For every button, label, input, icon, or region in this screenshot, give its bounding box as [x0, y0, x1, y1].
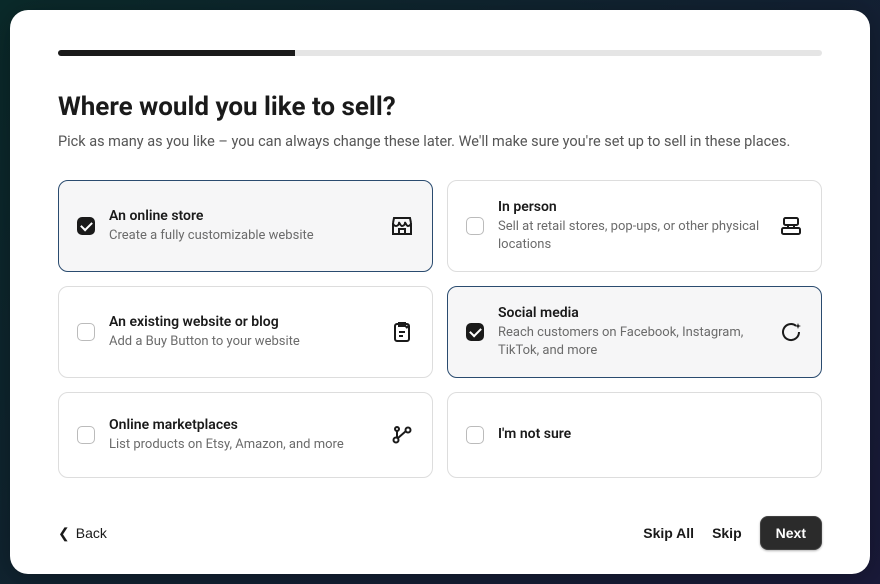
option-title: Online marketplaces	[109, 417, 376, 433]
option-title: An online store	[109, 208, 376, 224]
chevron-left-icon: ❮	[58, 526, 70, 540]
option-social-media[interactable]: Social media Reach customers on Facebook…	[447, 286, 822, 378]
option-not-sure[interactable]: I'm not sure	[447, 392, 822, 478]
checkbox-in-person[interactable]	[466, 217, 484, 235]
progress-bar	[58, 50, 822, 56]
option-online-store[interactable]: An online store Create a fully customiza…	[58, 180, 433, 272]
checkbox-not-sure[interactable]	[466, 426, 484, 444]
option-desc: List products on Etsy, Amazon, and more	[109, 436, 376, 454]
next-button[interactable]: Next	[760, 516, 822, 550]
option-existing-site[interactable]: An existing website or blog Add a Buy Bu…	[58, 286, 433, 378]
page-title: Where would you like to sell?	[58, 92, 822, 122]
option-title: An existing website or blog	[109, 314, 376, 330]
storefront-icon	[390, 214, 414, 238]
checkbox-existing-site[interactable]	[77, 323, 95, 341]
clipboard-icon	[390, 320, 414, 344]
back-button[interactable]: ❮ Back	[58, 525, 107, 541]
option-title: I'm not sure	[498, 426, 803, 442]
skip-all-button[interactable]: Skip All	[643, 525, 694, 541]
checkbox-online-store[interactable]	[77, 217, 95, 235]
option-desc: Add a Buy Button to your website	[109, 333, 376, 351]
checkbox-social-media[interactable]	[466, 323, 484, 341]
onboarding-modal: Where would you like to sell? Pick as ma…	[10, 10, 870, 574]
option-text: Social media Reach customers on Facebook…	[498, 305, 765, 359]
option-marketplaces[interactable]: Online marketplaces List products on Ets…	[58, 392, 433, 478]
page-subtitle: Pick as many as you like – you can alway…	[58, 132, 822, 152]
option-text: I'm not sure	[498, 426, 803, 445]
back-label: Back	[76, 525, 107, 541]
progress-fill	[58, 50, 295, 56]
footer: ❮ Back Skip All Skip Next	[58, 516, 822, 550]
footer-right: Skip All Skip Next	[643, 516, 822, 550]
option-text: In person Sell at retail stores, pop-ups…	[498, 199, 765, 253]
option-text: Online marketplaces List products on Ets…	[109, 417, 376, 454]
option-text: An online store Create a fully customiza…	[109, 208, 376, 245]
option-desc: Sell at retail stores, pop-ups, or other…	[498, 218, 765, 253]
option-desc: Create a fully customizable website	[109, 227, 376, 245]
skip-button[interactable]: Skip	[712, 525, 742, 541]
checkbox-marketplaces[interactable]	[77, 426, 95, 444]
register-icon	[779, 214, 803, 238]
option-title: Social media	[498, 305, 765, 321]
option-text: An existing website or blog Add a Buy Bu…	[109, 314, 376, 351]
option-in-person[interactable]: In person Sell at retail stores, pop-ups…	[447, 180, 822, 272]
network-icon	[390, 423, 414, 447]
option-title: In person	[498, 199, 765, 215]
option-desc: Reach customers on Facebook, Instagram, …	[498, 324, 765, 359]
options-grid: An online store Create a fully customiza…	[58, 180, 822, 478]
chat-icon	[779, 320, 803, 344]
